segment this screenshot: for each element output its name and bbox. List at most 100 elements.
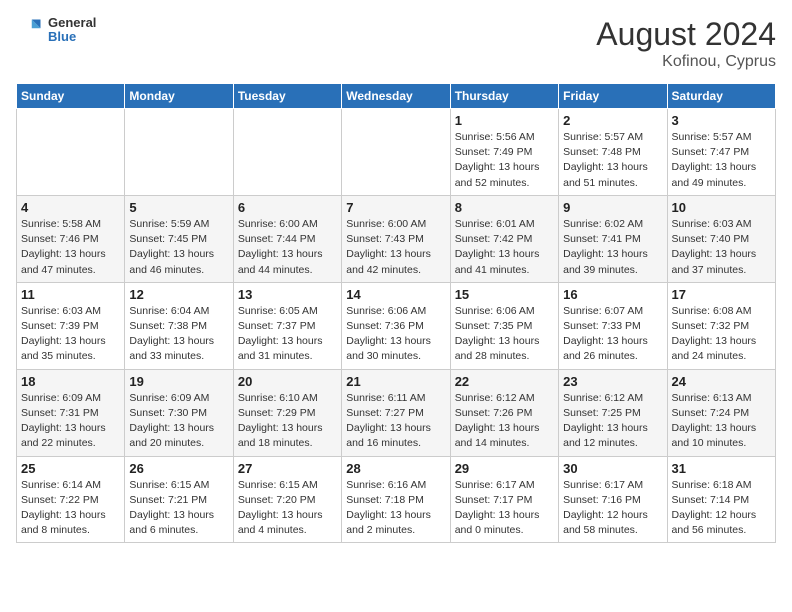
calendar-cell: 15Sunrise: 6:06 AMSunset: 7:35 PMDayligh… — [450, 282, 558, 369]
calendar-cell: 6 Sunrise: 6:00 AMSunset: 7:44 PMDaylight… — [233, 195, 341, 282]
calendar-cell: 29 Sunrise: 6:17 AMSunset: 7:17 PMDayligh… — [450, 456, 558, 543]
day-number: 31 — [672, 461, 771, 476]
calendar-week-3: 11Sunrise: 6:03 AMSunset: 7:39 PMDayligh… — [17, 282, 776, 369]
day-number: 18 — [21, 374, 120, 389]
day-info: Sunrise: 6:00 AMSunset: 7:43 PMDaylight:… — [346, 217, 445, 278]
day-info: Sunrise: 6:07 AMSunset: 7:33 PMDaylight:… — [563, 304, 662, 365]
day-number: 3 — [672, 113, 771, 128]
day-info: Sunrise: 5:58 AMSunset: 7:46 PMDaylight:… — [21, 217, 120, 278]
day-number: 26 — [129, 461, 228, 476]
logo-text: General Blue — [48, 16, 96, 45]
day-number: 20 — [238, 374, 337, 389]
day-info: Sunrise: 5:57 AMSunset: 7:48 PMDaylight:… — [563, 130, 662, 191]
calendar-cell: 30 Sunrise: 6:17 AMSunset: 7:16 PMDayligh… — [559, 456, 667, 543]
day-info: Sunrise: 5:56 AMSunset: 7:49 PMDaylight:… — [455, 130, 554, 191]
calendar-cell — [342, 109, 450, 196]
calendar-week-1: 1Sunrise: 5:56 AMSunset: 7:49 PMDaylight… — [17, 109, 776, 196]
day-info: Sunrise: 6:06 AMSunset: 7:36 PMDaylight:… — [346, 304, 445, 365]
day-info: Sunrise: 5:57 AMSunset: 7:47 PMDaylight:… — [672, 130, 771, 191]
calendar-cell: 26 Sunrise: 6:15 AMSunset: 7:21 PMDayligh… — [125, 456, 233, 543]
day-info: Sunrise: 6:17 AMSunset: 7:17 PMDaylight:… — [455, 478, 554, 539]
calendar-cell: 31Sunrise: 6:18 AMSunset: 7:14 PMDayligh… — [667, 456, 775, 543]
day-info: Sunrise: 6:09 AMSunset: 7:30 PMDaylight:… — [129, 391, 228, 452]
day-number: 22 — [455, 374, 554, 389]
header-day-sunday: Sunday — [17, 84, 125, 109]
day-number: 6 — [238, 200, 337, 215]
day-info: Sunrise: 6:01 AMSunset: 7:42 PMDaylight:… — [455, 217, 554, 278]
header-day-saturday: Saturday — [667, 84, 775, 109]
calendar-cell: 21Sunrise: 6:11 AMSunset: 7:27 PMDayligh… — [342, 369, 450, 456]
day-number: 15 — [455, 287, 554, 302]
day-number: 13 — [238, 287, 337, 302]
header-day-monday: Monday — [125, 84, 233, 109]
day-info: Sunrise: 6:16 AMSunset: 7:18 PMDaylight:… — [346, 478, 445, 539]
header-day-friday: Friday — [559, 84, 667, 109]
day-number: 8 — [455, 200, 554, 215]
day-info: Sunrise: 6:02 AMSunset: 7:41 PMDaylight:… — [563, 217, 662, 278]
logo-blue: Blue — [48, 30, 96, 44]
calendar-cell: 19 Sunrise: 6:09 AMSunset: 7:30 PMDayligh… — [125, 369, 233, 456]
day-info: Sunrise: 6:12 AMSunset: 7:26 PMDaylight:… — [455, 391, 554, 452]
day-number: 10 — [672, 200, 771, 215]
calendar-cell: 4 Sunrise: 5:58 AMSunset: 7:46 PMDaylight… — [17, 195, 125, 282]
calendar-week-5: 25 Sunrise: 6:14 AMSunset: 7:22 PMDayligh… — [17, 456, 776, 543]
day-info: Sunrise: 6:03 AMSunset: 7:40 PMDaylight:… — [672, 217, 771, 278]
calendar-week-2: 4 Sunrise: 5:58 AMSunset: 7:46 PMDaylight… — [17, 195, 776, 282]
day-info: Sunrise: 6:05 AMSunset: 7:37 PMDaylight:… — [238, 304, 337, 365]
title-block: August 2024 Kofinou, Cyprus — [596, 16, 776, 71]
day-info: Sunrise: 6:15 AMSunset: 7:20 PMDaylight:… — [238, 478, 337, 539]
calendar-table: SundayMondayTuesdayWednesdayThursdayFrid… — [16, 83, 776, 543]
day-number: 4 — [21, 200, 120, 215]
calendar-cell: 13 Sunrise: 6:05 AMSunset: 7:37 PMDayligh… — [233, 282, 341, 369]
day-number: 12 — [129, 287, 228, 302]
day-number: 25 — [21, 461, 120, 476]
day-info: Sunrise: 6:17 AMSunset: 7:16 PMDaylight:… — [563, 478, 662, 539]
logo-icon — [16, 16, 44, 44]
calendar-cell: 14 Sunrise: 6:06 AMSunset: 7:36 PMDayligh… — [342, 282, 450, 369]
page-header: General Blue August 2024 Kofinou, Cyprus — [16, 16, 776, 71]
day-info: Sunrise: 6:15 AMSunset: 7:21 PMDaylight:… — [129, 478, 228, 539]
calendar-cell: 20 Sunrise: 6:10 AMSunset: 7:29 PMDayligh… — [233, 369, 341, 456]
day-number: 24 — [672, 374, 771, 389]
calendar-cell: 28Sunrise: 6:16 AMSunset: 7:18 PMDayligh… — [342, 456, 450, 543]
calendar-cell: 27 Sunrise: 6:15 AMSunset: 7:20 PMDayligh… — [233, 456, 341, 543]
day-number: 19 — [129, 374, 228, 389]
calendar-header-row: SundayMondayTuesdayWednesdayThursdayFrid… — [17, 84, 776, 109]
day-number: 14 — [346, 287, 445, 302]
header-day-tuesday: Tuesday — [233, 84, 341, 109]
header-day-wednesday: Wednesday — [342, 84, 450, 109]
day-number: 29 — [455, 461, 554, 476]
day-info: Sunrise: 6:09 AMSunset: 7:31 PMDaylight:… — [21, 391, 120, 452]
calendar-cell: 5Sunrise: 5:59 AMSunset: 7:45 PMDaylight… — [125, 195, 233, 282]
header-day-thursday: Thursday — [450, 84, 558, 109]
logo-general: General — [48, 16, 96, 30]
calendar-cell: 1Sunrise: 5:56 AMSunset: 7:49 PMDaylight… — [450, 109, 558, 196]
day-info: Sunrise: 6:12 AMSunset: 7:25 PMDaylight:… — [563, 391, 662, 452]
day-number: 23 — [563, 374, 662, 389]
calendar-cell — [125, 109, 233, 196]
day-number: 21 — [346, 374, 445, 389]
calendar-cell: 16Sunrise: 6:07 AMSunset: 7:33 PMDayligh… — [559, 282, 667, 369]
day-number: 30 — [563, 461, 662, 476]
calendar-cell: 2 Sunrise: 5:57 AMSunset: 7:48 PMDaylight… — [559, 109, 667, 196]
day-number: 17 — [672, 287, 771, 302]
day-number: 27 — [238, 461, 337, 476]
calendar-cell: 9Sunrise: 6:02 AMSunset: 7:41 PMDaylight… — [559, 195, 667, 282]
calendar-week-4: 18 Sunrise: 6:09 AMSunset: 7:31 PMDayligh… — [17, 369, 776, 456]
calendar-cell: 10 Sunrise: 6:03 AMSunset: 7:40 PMDayligh… — [667, 195, 775, 282]
calendar-cell: 8 Sunrise: 6:01 AMSunset: 7:42 PMDaylight… — [450, 195, 558, 282]
day-info: Sunrise: 6:04 AMSunset: 7:38 PMDaylight:… — [129, 304, 228, 365]
calendar-cell: 12 Sunrise: 6:04 AMSunset: 7:38 PMDayligh… — [125, 282, 233, 369]
day-number: 7 — [346, 200, 445, 215]
day-number: 2 — [563, 113, 662, 128]
calendar-cell: 22 Sunrise: 6:12 AMSunset: 7:26 PMDayligh… — [450, 369, 558, 456]
day-info: Sunrise: 6:13 AMSunset: 7:24 PMDaylight:… — [672, 391, 771, 452]
calendar-cell: 3 Sunrise: 5:57 AMSunset: 7:47 PMDaylight… — [667, 109, 775, 196]
calendar-cell — [233, 109, 341, 196]
day-info: Sunrise: 6:08 AMSunset: 7:32 PMDaylight:… — [672, 304, 771, 365]
day-info: Sunrise: 6:00 AMSunset: 7:44 PMDaylight:… — [238, 217, 337, 278]
day-info: Sunrise: 6:14 AMSunset: 7:22 PMDaylight:… — [21, 478, 120, 539]
day-number: 5 — [129, 200, 228, 215]
day-info: Sunrise: 6:10 AMSunset: 7:29 PMDaylight:… — [238, 391, 337, 452]
calendar-cell: 25 Sunrise: 6:14 AMSunset: 7:22 PMDayligh… — [17, 456, 125, 543]
